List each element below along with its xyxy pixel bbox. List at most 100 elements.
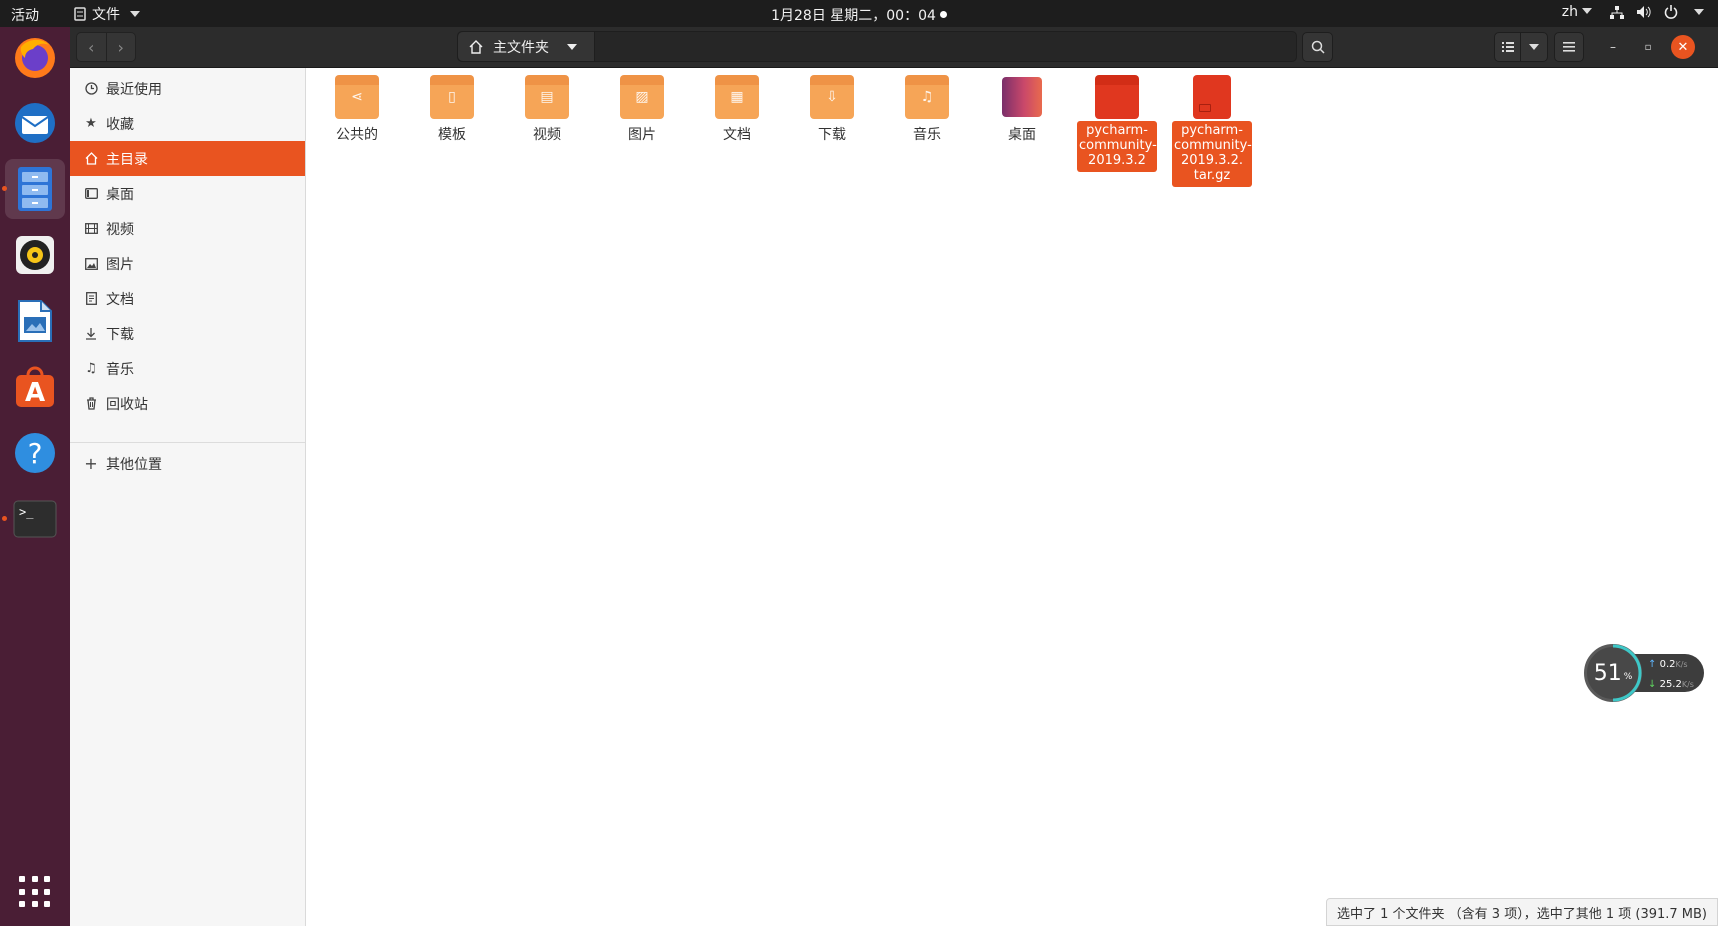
file-item[interactable]: ⋖ 公共的 — [317, 75, 397, 143]
arrow-up-icon: ↑ — [1648, 659, 1657, 670]
dock-files[interactable] — [2, 159, 65, 219]
sidebar-item-trash[interactable]: 回收站 — [70, 386, 305, 421]
file-name: pycharm-community- 2019.3.2. tar.gz — [1172, 121, 1252, 187]
netspeed-widget[interactable]: 51% ↑ 0.2K/s ↓ 25.2K/s — [1584, 644, 1706, 702]
home-icon — [84, 152, 98, 165]
sidebar-item-videos[interactable]: 视频 — [70, 211, 305, 246]
sidebar-item-desktop[interactable]: 桌面 — [70, 176, 305, 211]
sidebar-item-documents[interactable]: 文档 — [70, 281, 305, 316]
sidebar-item-label: 其他位置 — [106, 456, 162, 473]
language-label: zh — [1561, 4, 1578, 20]
minimize-button[interactable]: – — [1601, 35, 1625, 59]
sidebar-item-starred[interactable]: ★ 收藏 — [70, 106, 305, 141]
cpu-ring — [1612, 644, 1642, 702]
dock-help[interactable]: ? — [5, 423, 65, 483]
network-icon — [1610, 5, 1624, 19]
firefox-icon — [15, 38, 55, 78]
file-name: 模板 — [438, 127, 466, 143]
file-name: 音乐 — [913, 127, 941, 143]
file-name: 公共的 — [336, 127, 378, 143]
file-item[interactable]: ⇩ 下载 — [792, 75, 872, 143]
software-icon: A — [16, 366, 54, 408]
back-button[interactable]: ‹ — [77, 33, 107, 61]
file-item-selected[interactable]: pycharm-community- 2019.3.2 — [1077, 75, 1157, 172]
dock-terminal[interactable]: >_ — [2, 489, 65, 549]
home-icon — [469, 39, 483, 54]
file-item[interactable]: ▤ 视频 — [507, 75, 587, 143]
music-icon: ♫ — [85, 361, 97, 376]
close-icon: ✕ — [1677, 39, 1689, 55]
language-indicator[interactable]: zh — [1562, 4, 1592, 20]
folder-icon — [1095, 75, 1139, 119]
forward-button[interactable]: › — [107, 33, 136, 61]
file-name: 文档 — [723, 127, 751, 143]
running-indicator — [2, 186, 7, 191]
trash-icon — [84, 397, 98, 410]
close-button[interactable]: ✕ — [1671, 35, 1695, 59]
file-grid: ⋖ 公共的 ▯ 模板 ▤ 视频 ▨ 图片 ▦ 文档 ⇩ 下载 ♫ 音乐 桌面 p… — [306, 68, 1718, 926]
top-bar: 活动 文件 1月28日 星期二，00：04 zh — [0, 0, 1718, 27]
app-menu-label: 文件 — [92, 7, 120, 23]
chevron-down-icon — [1694, 9, 1704, 15]
chevron-down-icon — [130, 11, 140, 17]
downloads-folder-icon: ⇩ — [810, 75, 854, 119]
show-applications-icon[interactable] — [19, 876, 51, 908]
system-menu[interactable] — [1610, 5, 1704, 19]
download-icon — [84, 327, 98, 340]
sidebar-divider — [70, 442, 305, 443]
clock: 1月28日 星期二，00：04 — [0, 5, 1718, 25]
sidebar-item-other-locations[interactable]: + 其他位置 — [70, 446, 305, 481]
upload-unit: K/s — [1675, 660, 1688, 669]
download-unit: K/s — [1681, 680, 1694, 689]
dock-writer[interactable] — [5, 291, 65, 351]
sidebar-item-recent[interactable]: 最近使用 — [70, 71, 305, 106]
path-bar[interactable]: 主文件夹 — [457, 31, 1297, 62]
file-item[interactable]: ▨ 图片 — [602, 75, 682, 143]
sidebar-item-label: 视频 — [106, 221, 134, 238]
list-view-button[interactable] — [1495, 33, 1522, 61]
path-home-button[interactable]: 主文件夹 — [458, 32, 595, 61]
chevron-left-icon: ‹ — [88, 37, 95, 57]
file-name: 下载 — [818, 127, 846, 143]
maximize-button[interactable]: ▫ — [1636, 35, 1660, 59]
menu-button[interactable] — [1554, 32, 1584, 62]
music-folder-icon: ♫ — [905, 75, 949, 119]
help-icon: ? — [15, 433, 55, 473]
star-icon: ★ — [85, 116, 97, 131]
dock-rhythmbox[interactable] — [5, 225, 65, 285]
file-item[interactable]: ♫ 音乐 — [887, 75, 967, 143]
sidebar-item-pictures[interactable]: 图片 — [70, 246, 305, 281]
chevron-down-icon — [1582, 8, 1592, 14]
view-dropdown-button[interactable] — [1521, 33, 1547, 61]
writer-icon — [18, 300, 52, 342]
sidebar-item-music[interactable]: ♫ 音乐 — [70, 351, 305, 386]
picture-icon — [84, 257, 98, 270]
dock-software[interactable]: A — [5, 357, 65, 417]
terminal-icon: >_ — [13, 500, 57, 538]
notification-dot-icon — [939, 11, 947, 18]
dock-thunderbird[interactable] — [5, 93, 65, 153]
plus-icon: + — [84, 454, 98, 473]
activities-button[interactable]: 活动 — [11, 5, 39, 25]
svg-text:A: A — [25, 378, 45, 408]
minimize-icon: – — [1610, 40, 1616, 54]
desktop-icon — [84, 188, 98, 199]
app-menu[interactable]: 文件 — [74, 4, 140, 24]
dock-firefox[interactable] — [5, 27, 65, 87]
sidebar-item-label: 回收站 — [106, 396, 148, 413]
svg-text:>_: >_ — [19, 505, 34, 519]
file-item-selected[interactable]: pycharm-community- 2019.3.2. tar.gz — [1172, 75, 1252, 187]
view-options[interactable] — [1494, 32, 1548, 62]
datetime-label[interactable]: 1月28日 星期二，00：04 — [771, 8, 936, 24]
sidebar-item-label: 收藏 — [106, 116, 134, 133]
file-item[interactable]: ▦ 文档 — [697, 75, 777, 143]
file-item[interactable]: ▯ 模板 — [412, 75, 492, 143]
file-name: 图片 — [628, 127, 656, 143]
search-button[interactable] — [1302, 32, 1333, 62]
file-item[interactable]: 桌面 — [982, 75, 1062, 143]
sidebar-item-label: 文档 — [106, 291, 134, 308]
running-indicator — [2, 516, 7, 521]
document-icon — [84, 292, 98, 305]
sidebar-item-home[interactable]: 主目录 — [70, 141, 305, 176]
sidebar-item-downloads[interactable]: 下载 — [70, 316, 305, 351]
